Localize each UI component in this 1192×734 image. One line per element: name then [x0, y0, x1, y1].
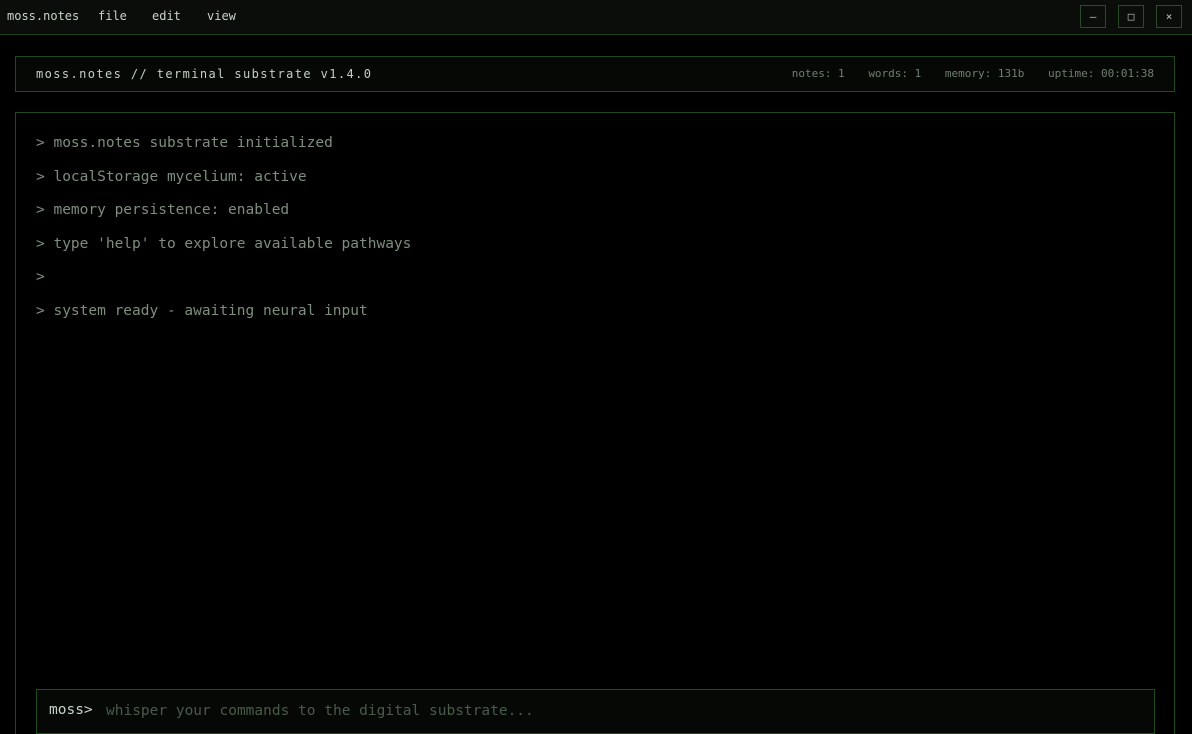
- maximize-button[interactable]: □: [1118, 5, 1144, 28]
- words-count: words: 1: [868, 67, 922, 80]
- command-input[interactable]: [106, 698, 1136, 724]
- maximize-icon: □: [1127, 10, 1135, 23]
- menu-edit[interactable]: edit: [152, 9, 181, 23]
- app-name: moss.notes: [7, 9, 80, 23]
- minimize-button[interactable]: –: [1080, 5, 1106, 28]
- terminal-window[interactable]: > moss.notes substrate initialized > loc…: [15, 112, 1175, 734]
- menu-file[interactable]: file: [98, 9, 127, 23]
- terminal-line: > localStorage mycelium: active: [36, 168, 307, 185]
- notes-count: notes: 1: [791, 67, 845, 80]
- command-prompt: moss>: [49, 702, 93, 718]
- minimize-icon: –: [1089, 10, 1097, 23]
- menu-view[interactable]: view: [207, 9, 236, 23]
- terminal-line: > memory persistence: enabled: [36, 202, 290, 219]
- close-button[interactable]: ×: [1156, 5, 1182, 28]
- terminal-line: >: [36, 269, 45, 286]
- command-bar[interactable]: moss>: [36, 689, 1155, 734]
- terminal-line: > moss.notes substrate initialized: [36, 135, 333, 151]
- terminal-line: > type 'help' to explore available pathw…: [36, 235, 412, 252]
- memory-usage: memory: 131b: [944, 67, 1025, 80]
- title-bar: moss.notes file edit view – □ ×: [0, 0, 1192, 35]
- terminal-line: > system ready - awaiting neural input: [36, 302, 368, 319]
- stats-panel: notes: 1 words: 1 memory: 131b uptime: 0…: [775, 67, 1154, 80]
- status-title: moss.notes // terminal substrate v1.4.0: [36, 67, 373, 81]
- close-icon: ×: [1165, 10, 1173, 23]
- uptime: uptime: 00:01:38: [1048, 67, 1154, 80]
- status-header: moss.notes // terminal substrate v1.4.0 …: [15, 56, 1175, 92]
- terminal-output: > moss.notes substrate initialized > loc…: [36, 135, 411, 337]
